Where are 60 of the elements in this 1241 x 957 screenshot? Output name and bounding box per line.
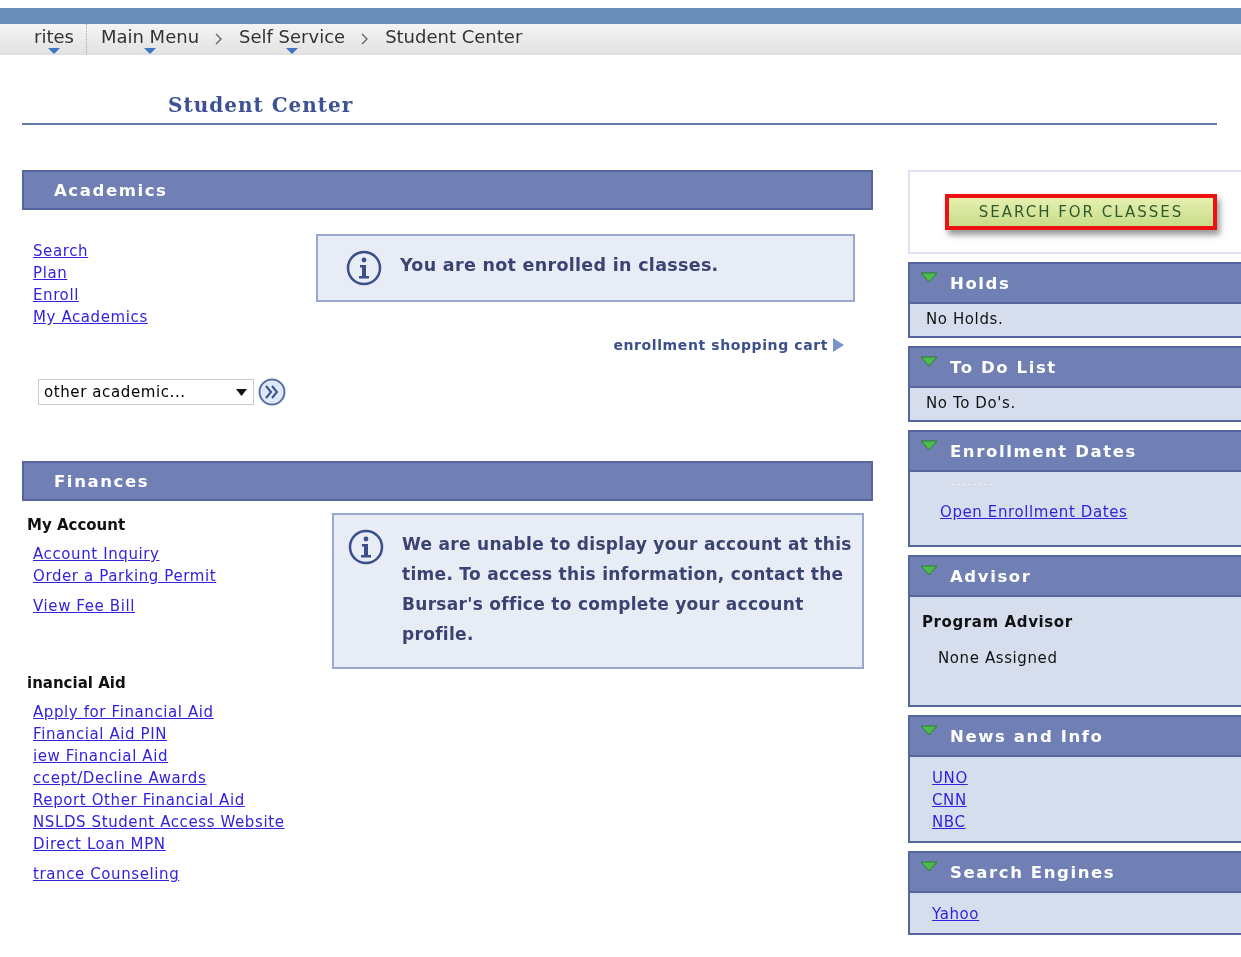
search-for-classes-button[interactable]: SEARCH FOR CLASSES <box>945 194 1217 230</box>
link[interactable]: NSLDS Student Access Website <box>33 811 285 833</box>
advisor-heading: Program Advisor <box>922 613 1074 631</box>
link[interactable]: Report Other Financial Aid <box>33 789 245 811</box>
info-icon <box>346 250 382 286</box>
link[interactable]: ccept/Decline Awards <box>33 767 207 789</box>
dropdown-field[interactable]: other academic... <box>38 379 254 405</box>
shopping-cart-link[interactable]: enrollment shopping cart <box>316 334 844 356</box>
info-icon <box>348 529 384 565</box>
link[interactable]: NBC <box>932 811 966 833</box>
group-heading: inancial Aid <box>27 673 127 693</box>
section-header: Finances <box>22 461 873 501</box>
collapse-triangle-icon[interactable] <box>920 860 938 874</box>
link[interactable]: Open Enrollment Dates <box>940 501 1128 523</box>
dropdown-marker-icon <box>144 48 156 54</box>
pagelet-title: Holds <box>950 273 1011 293</box>
pagelet-title: Enrollment Dates <box>950 441 1137 461</box>
link[interactable]: UNO <box>932 767 968 789</box>
breadcrumb-link[interactable]: Self Service <box>235 24 350 54</box>
pagelet-title: Search Engines <box>950 862 1116 882</box>
link[interactable]: Apply for Financial Aid <box>33 701 214 723</box>
dropdown-marker-icon <box>286 48 299 54</box>
group-heading: My Account <box>27 515 127 535</box>
pagelet-text: No To Do's. <box>926 394 1017 412</box>
collapse-triangle-icon[interactable] <box>920 271 938 285</box>
page-title: Student Center <box>168 93 355 117</box>
collapse-triangle-icon[interactable] <box>920 355 938 369</box>
collapse-triangle-icon[interactable] <box>920 724 938 738</box>
link[interactable]: Enroll <box>33 284 79 306</box>
link[interactable]: Search <box>33 240 89 262</box>
link[interactable]: iew Financial Aid <box>33 745 169 767</box>
breadcrumb-link[interactable]: rites <box>30 24 87 54</box>
breadcrumb-link[interactable]: Main Menu <box>96 24 204 54</box>
link[interactable]: CNN <box>932 789 967 811</box>
message-text: You are not enrolled in classes. <box>400 254 719 277</box>
chevron-icon <box>215 33 224 45</box>
section-header: Academics <box>22 170 873 210</box>
caret-icon <box>236 388 247 396</box>
arrow-icon <box>832 338 844 352</box>
breadcrumb-link[interactable]: Student Center <box>381 24 527 54</box>
collapse-triangle-icon[interactable] <box>920 564 938 578</box>
link[interactable]: Order a Parking Permit <box>33 565 217 587</box>
link[interactable]: Direct Loan MPN <box>33 833 166 855</box>
link[interactable]: My Academics <box>33 306 148 328</box>
link[interactable]: Financial Aid PIN <box>33 723 168 745</box>
pagelet-title: Advisor <box>950 566 1032 586</box>
link[interactable]: View Fee Bill <box>33 595 135 617</box>
link[interactable]: trance Counseling <box>33 863 180 885</box>
chevron-icon <box>361 33 370 45</box>
collapse-triangle-icon[interactable] <box>920 439 938 453</box>
dropdown-marker-icon <box>47 48 60 54</box>
advisor-name: None Assigned <box>938 649 1059 667</box>
pagelet-text: No Holds. <box>926 310 1005 328</box>
message-text: We are unable to display your account at this time. To access this information, contact the Bursar's office to complete your account profile. <box>402 533 853 646</box>
link[interactable]: Plan <box>33 262 68 284</box>
pagelet-title: News and Info <box>950 726 1104 746</box>
link[interactable]: Account Inquiry <box>33 543 160 565</box>
pagelet-title: To Do List <box>950 357 1057 377</box>
go-button[interactable] <box>258 378 286 406</box>
link[interactable]: Yahoo <box>932 903 980 925</box>
